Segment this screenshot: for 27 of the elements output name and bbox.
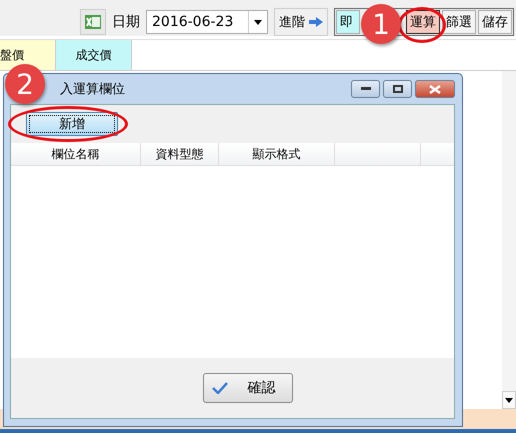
column-header: 顯示格式 <box>219 143 335 165</box>
column-header: 成交價 <box>56 40 132 70</box>
scroll-down-button[interactable] <box>502 391 516 409</box>
column-header: 資料型態 <box>141 143 219 165</box>
confirm-button[interactable]: 確認 <box>202 373 292 403</box>
add-button[interactable]: 新增 <box>26 112 118 136</box>
date-field[interactable]: 2016-06-23 <box>146 10 268 34</box>
toolbar-button[interactable]: 即 <box>336 10 360 34</box>
dropdown-arrow-icon <box>254 20 262 24</box>
advanced-button[interactable]: 進階 <box>274 8 328 36</box>
toolbar-button[interactable]: 儲存 <box>478 10 512 34</box>
close-button[interactable] <box>415 80 455 98</box>
arrow-right-icon <box>309 17 323 27</box>
spreadsheet-icon[interactable] <box>80 9 106 35</box>
caret-down-icon <box>505 398 513 402</box>
column-header: 盤價 <box>0 40 56 70</box>
date-label: 日期 <box>112 13 140 31</box>
window-title: 入運算欄位 <box>60 81 125 98</box>
column-header: 欄位名稱 <box>11 143 141 165</box>
toolbar-button[interactable]: 運算 <box>406 10 440 34</box>
toolbar-button[interactable]: 篩選 <box>442 10 476 34</box>
maximize-button[interactable] <box>383 80 412 98</box>
maximize-icon <box>392 85 402 93</box>
checkmark-icon <box>212 382 228 394</box>
minimize-button[interactable] <box>351 80 380 98</box>
minimize-icon <box>360 87 370 91</box>
close-icon <box>429 84 441 94</box>
